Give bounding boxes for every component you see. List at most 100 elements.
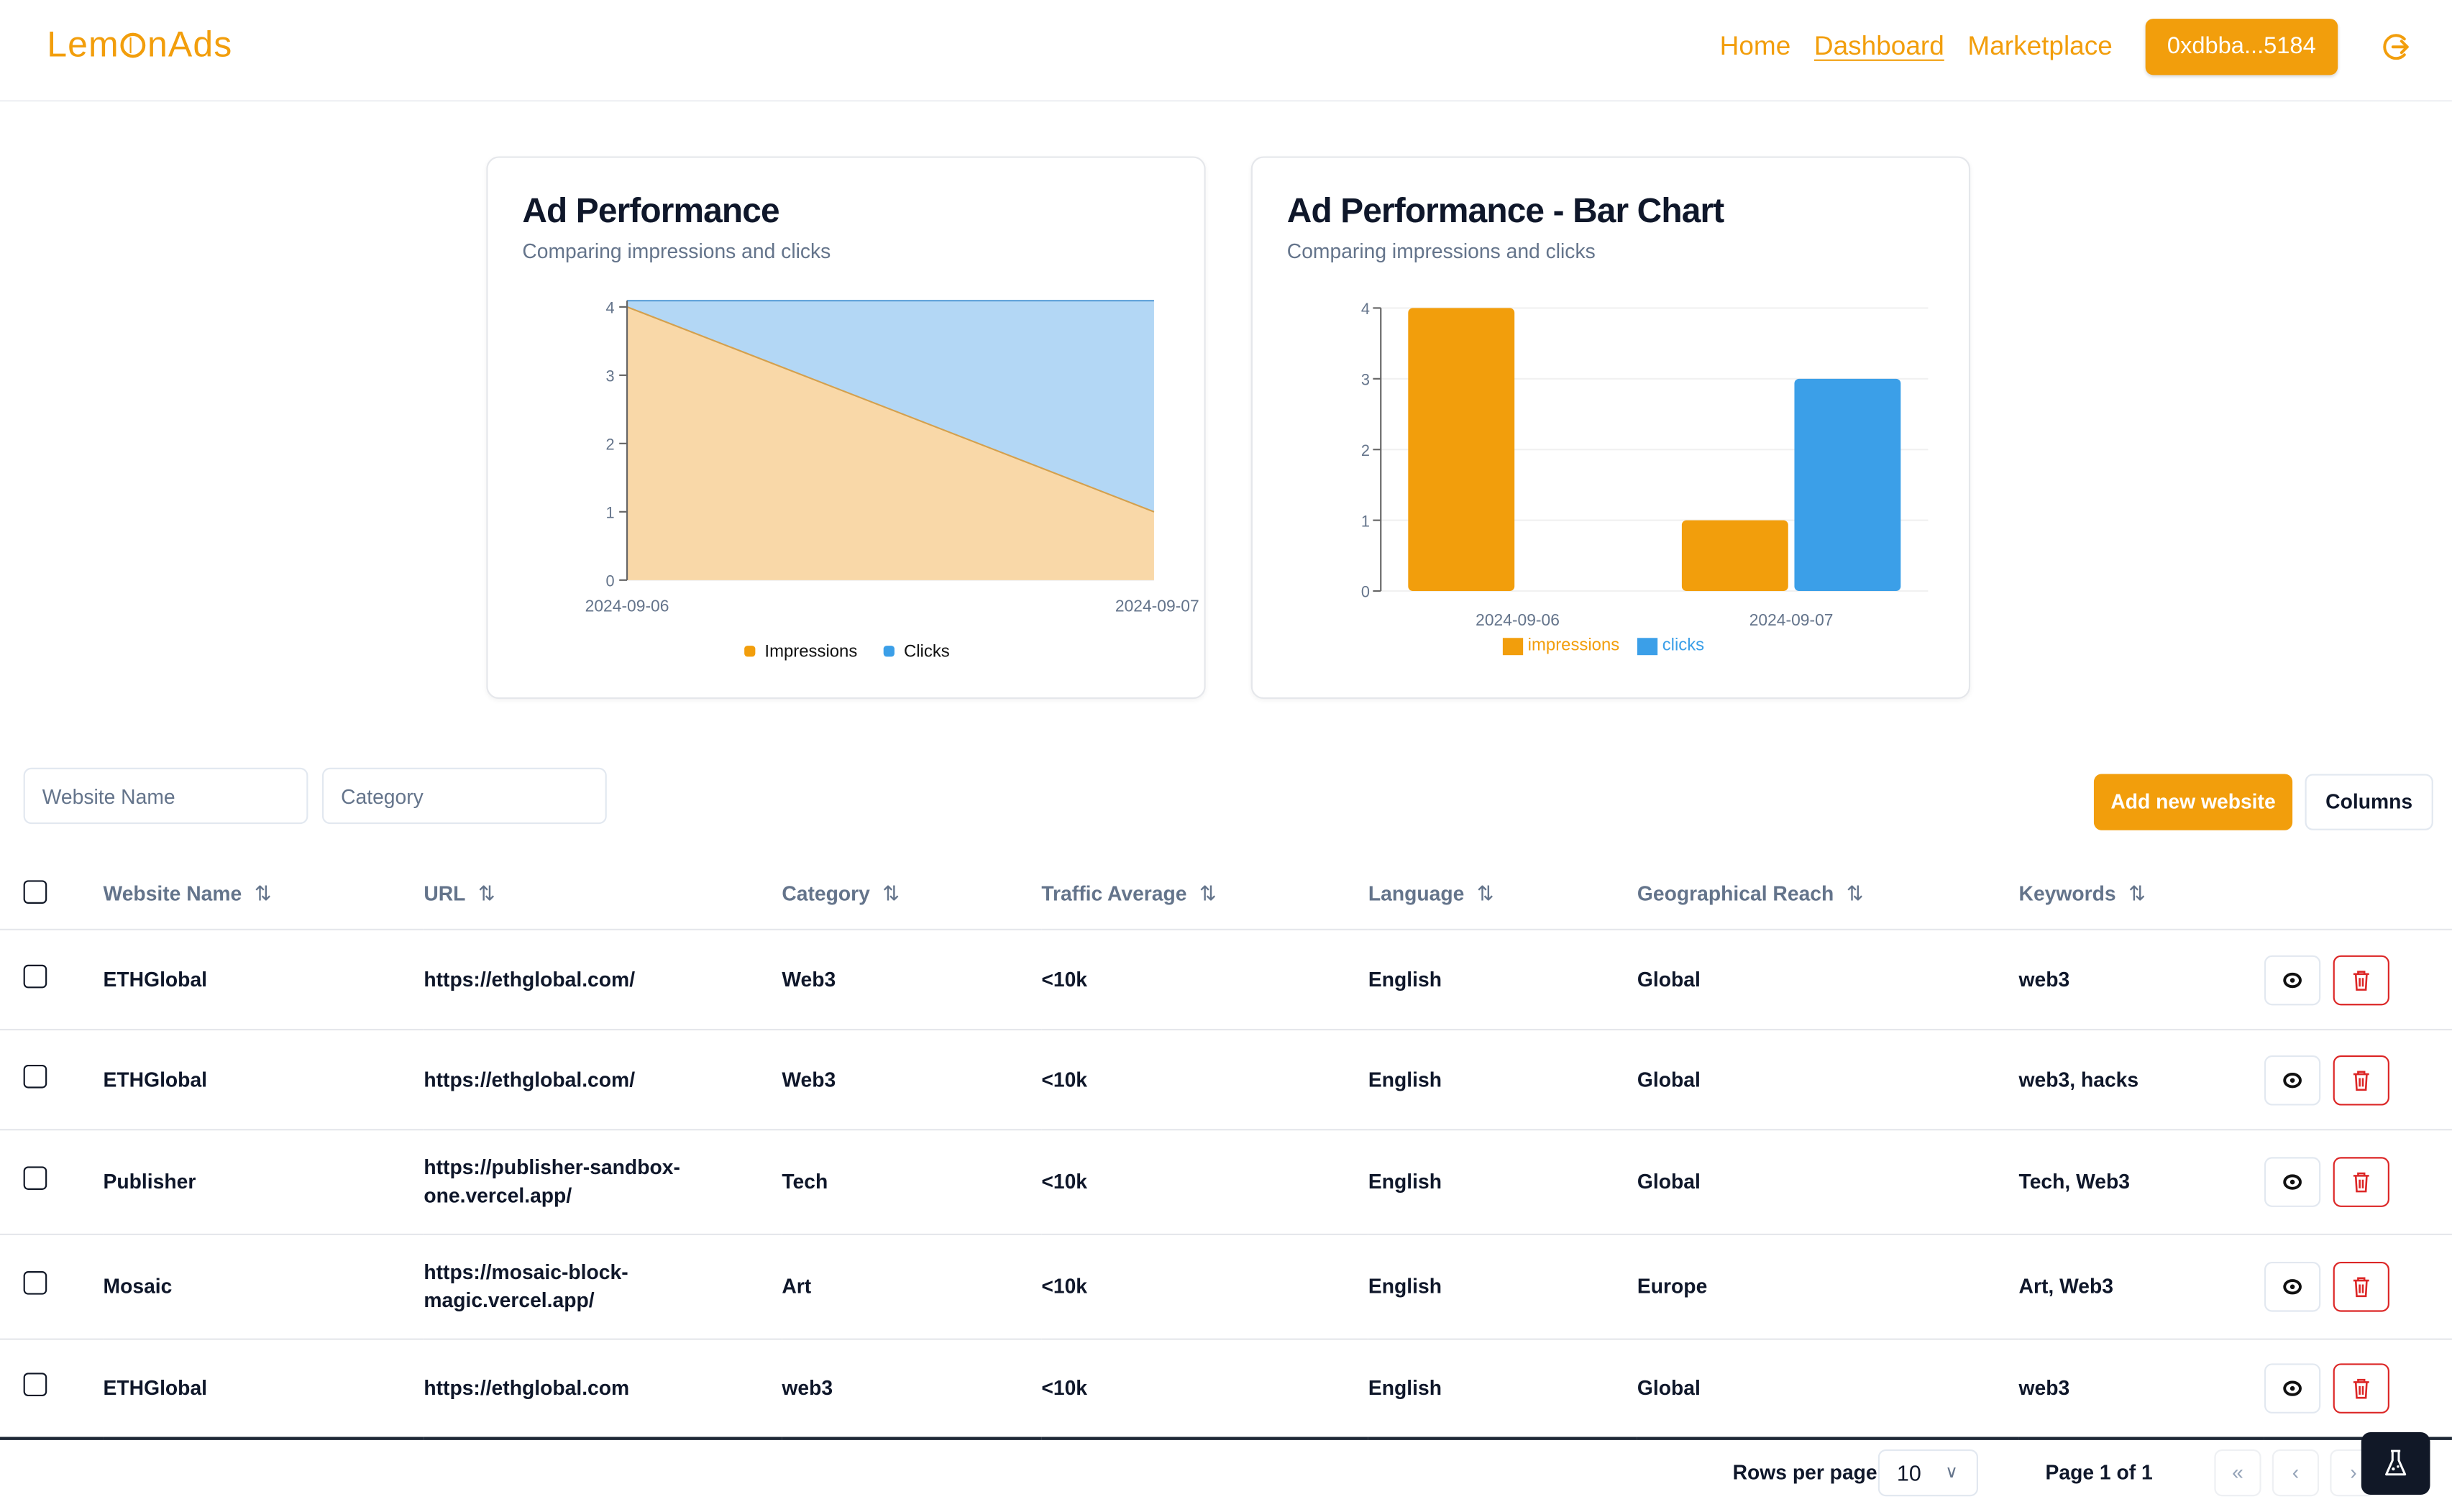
chevron-down-icon: ∨: [1945, 1463, 1958, 1483]
y-tick-label: 0: [606, 572, 615, 590]
cell-traffic: <10k: [1041, 1339, 1368, 1440]
row-checkbox[interactable]: [23, 1166, 47, 1190]
x-tick-label: 2024-09-07: [1749, 610, 1834, 629]
row-checkbox[interactable]: [23, 1063, 47, 1088]
delete-button[interactable]: [2333, 1157, 2389, 1207]
cell-traffic: <10k: [1041, 1234, 1368, 1340]
rows-per-page-select[interactable]: 10 ∨: [1877, 1449, 1978, 1497]
legend-label: clicks: [1662, 636, 1704, 655]
top-header: Lem nAds Home Dashboard Marketplace 0xdb…: [0, 0, 2452, 102]
trash-icon: [2353, 1172, 2369, 1193]
col-url[interactable]: URL ⇅: [424, 860, 782, 930]
sort-icon[interactable]: ⇅: [1477, 882, 1494, 906]
cell-keywords: Art, Web3: [2018, 1234, 2264, 1340]
view-button[interactable]: [2264, 1054, 2321, 1105]
eye-icon: [2283, 1380, 2302, 1396]
add-new-website-button[interactable]: Add new website: [2093, 774, 2293, 830]
row-checkbox[interactable]: [23, 963, 47, 988]
flask-icon: [2385, 1449, 2407, 1476]
logout-icon[interactable]: [2380, 29, 2415, 64]
sort-icon[interactable]: ⇅: [1199, 882, 1217, 906]
table-row: Publisher https://publisher-sandbox-one.…: [0, 1130, 2452, 1236]
cell-reach: Global: [1637, 929, 2019, 1031]
legend-swatch: [744, 646, 756, 657]
sort-icon[interactable]: ⇅: [255, 882, 272, 906]
category-filter[interactable]: [321, 767, 607, 825]
cell-language: English: [1368, 1130, 1637, 1236]
legend-swatch: [883, 646, 895, 657]
eye-icon: [2283, 1279, 2302, 1295]
pagination: Rows per page 10 ∨ Page 1 of 1 « ‹ ›: [0, 1449, 2452, 1497]
view-button[interactable]: [2264, 1157, 2321, 1207]
cell-language: English: [1368, 1030, 1637, 1131]
row-checkbox[interactable]: [23, 1271, 47, 1295]
cell-url: https://ethglobal.com/: [424, 1030, 782, 1131]
col-language[interactable]: Language ⇅: [1368, 860, 1637, 930]
cell-website-name: Mosaic: [103, 1234, 424, 1340]
rows-per-page-label: Rows per page: [1732, 1460, 1877, 1484]
y-tick-label: 4: [1361, 300, 1370, 318]
col-keywords[interactable]: Keywords ⇅: [2018, 860, 2264, 930]
sort-icon[interactable]: ⇅: [2128, 882, 2146, 906]
col-category[interactable]: Category ⇅: [782, 860, 1042, 930]
x-tick-label: 2024-09-07: [1115, 596, 1199, 615]
delete-button[interactable]: [2333, 1363, 2389, 1414]
cell-language: English: [1368, 929, 1637, 1031]
delete-button[interactable]: [2333, 1054, 2389, 1105]
cell-reach: Global: [1637, 1130, 2019, 1236]
cell-website-name: ETHGlobal: [103, 1030, 424, 1131]
cell-url: https://ethglobal.com/: [424, 929, 782, 1031]
nav-marketplace[interactable]: Marketplace: [1967, 31, 2112, 62]
row-checkbox[interactable]: [23, 1373, 47, 1397]
sort-icon[interactable]: ⇅: [882, 882, 900, 906]
first-page-button[interactable]: «: [2214, 1449, 2261, 1497]
cell-reach: Europe: [1637, 1234, 2019, 1340]
view-button[interactable]: [2264, 1261, 2321, 1312]
legend-label: impressions: [1528, 636, 1620, 655]
websites-table: Website Name ⇅ URL ⇅ Category ⇅ Traffic Ave…: [0, 860, 2452, 1440]
cell-traffic: <10k: [1041, 1030, 1368, 1131]
delete-button[interactable]: [2333, 1261, 2389, 1312]
col-geographical-reach[interactable]: Geographical Reach ⇅: [1637, 860, 2019, 930]
page-info: Page 1 of 1: [2045, 1460, 2153, 1484]
sort-icon[interactable]: ⇅: [1847, 882, 1864, 906]
columns-button[interactable]: Columns: [2305, 774, 2433, 830]
legend-swatch: [1502, 638, 1524, 656]
table-row: ETHGlobal https://ethglobal.com/ Web3 <1…: [0, 929, 2452, 1031]
col-traffic-average[interactable]: Traffic Average ⇅: [1041, 860, 1368, 930]
y-tick-label: 2: [606, 436, 615, 454]
select-all-checkbox[interactable]: [23, 880, 47, 904]
wallet-button[interactable]: 0xdbba...5184: [2145, 19, 2338, 75]
cell-traffic: <10k: [1041, 1130, 1368, 1236]
cell-keywords: Tech, Web3: [2018, 1130, 2264, 1236]
y-tick-label: 1: [606, 504, 615, 522]
view-button[interactable]: [2264, 1363, 2321, 1414]
x-tick-label: 2024-09-06: [585, 596, 669, 615]
col-website-name[interactable]: Website Name ⇅: [103, 860, 424, 930]
bar-chart: 0 1 2 3 4 2024-09-06 2024-09-07 impressions clic…: [1361, 300, 1929, 656]
website-name-filter[interactable]: [23, 767, 308, 825]
eye-icon: [2283, 1174, 2302, 1190]
devtools-flask-button[interactable]: [2361, 1432, 2430, 1495]
nav-home[interactable]: Home: [1720, 31, 1791, 62]
view-button[interactable]: [2264, 954, 2321, 1005]
bar-impressions: [1681, 520, 1788, 592]
bar-impressions: [1408, 308, 1515, 592]
previous-page-button[interactable]: ‹: [2272, 1449, 2320, 1497]
logo[interactable]: Lem nAds: [47, 24, 232, 66]
bar-chart-card: Ad Performance - Bar Chart Comparing imp…: [1250, 156, 1971, 700]
cell-website-name: ETHGlobal: [103, 929, 424, 1031]
cell-language: English: [1368, 1234, 1637, 1340]
nav-dashboard[interactable]: Dashboard: [1814, 31, 1944, 62]
cell-category: Web3: [782, 1030, 1042, 1131]
cell-url: https://publisher-sandbox-one.vercel.app…: [424, 1130, 782, 1236]
cell-category: Web3: [782, 929, 1042, 1031]
lemon-icon: [120, 32, 146, 58]
sort-icon[interactable]: ⇅: [478, 882, 495, 906]
delete-button[interactable]: [2333, 954, 2389, 1005]
y-tick-label: 4: [606, 299, 615, 317]
cell-keywords: web3, hacks: [2018, 1030, 2264, 1131]
cell-keywords: web3: [2018, 929, 2264, 1031]
table-row: ETHGlobal https://ethglobal.com web3 <10…: [0, 1339, 2452, 1440]
y-tick-label: 1: [1361, 512, 1370, 530]
